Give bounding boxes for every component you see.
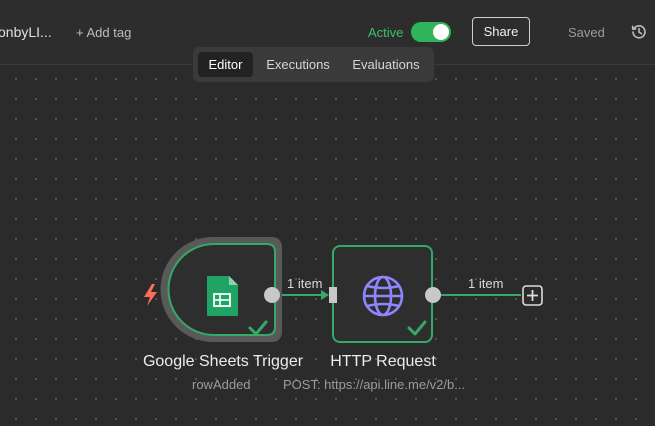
input-handle[interactable] bbox=[329, 287, 337, 303]
output-handle[interactable] bbox=[425, 287, 441, 303]
node-subtitle: rowAdded bbox=[192, 377, 251, 392]
node-http-request[interactable] bbox=[332, 245, 433, 343]
view-tabs: Editor Executions Evaluations bbox=[193, 47, 434, 82]
connection-label: 1 item bbox=[468, 276, 504, 291]
node-title: Google Sheets Trigger bbox=[142, 353, 304, 370]
tab-executions[interactable]: Executions bbox=[255, 52, 341, 77]
tab-editor[interactable]: Editor bbox=[198, 52, 253, 77]
node-title: HTTP Request bbox=[330, 353, 436, 370]
add-node-button[interactable] bbox=[522, 285, 543, 306]
trigger-bolt-icon bbox=[144, 284, 157, 306]
google-sheets-icon bbox=[207, 276, 238, 316]
node-subtitle: POST: https://api.line.me/v2/b... bbox=[283, 377, 466, 392]
connection-arrow bbox=[321, 290, 329, 300]
output-handle[interactable] bbox=[264, 287, 280, 303]
tab-evaluations[interactable]: Evaluations bbox=[343, 52, 429, 77]
connection-label: 1 item bbox=[287, 276, 323, 291]
